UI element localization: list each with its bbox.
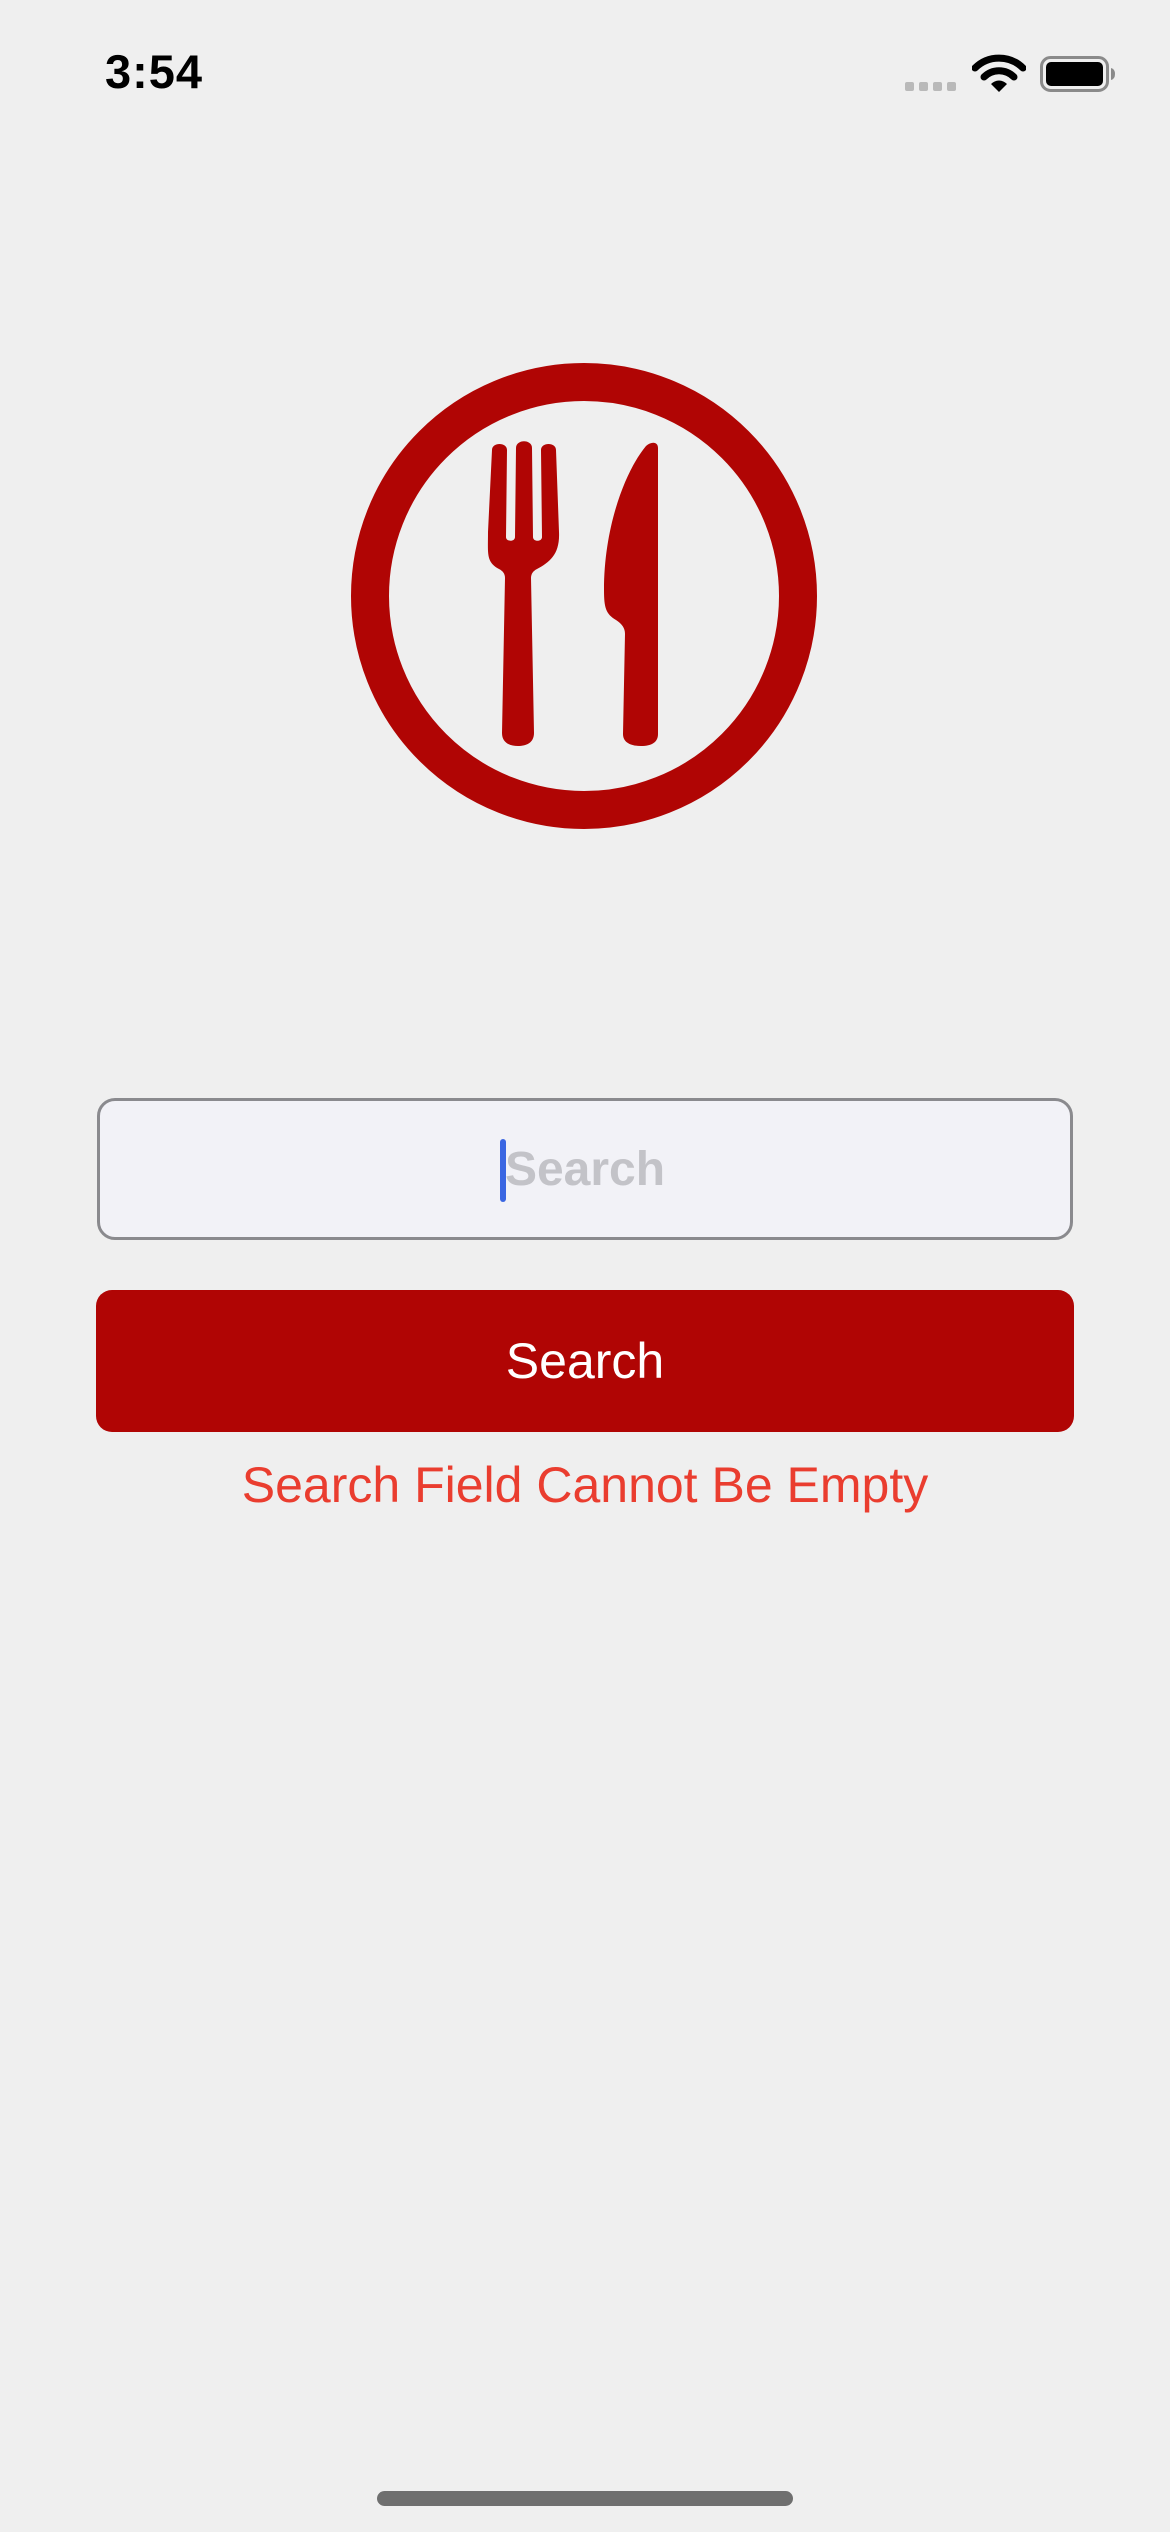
status-bar: 3:54 (0, 0, 1170, 150)
cellular-signal-icon (905, 82, 956, 91)
search-input[interactable] (100, 1101, 1070, 1237)
home-indicator[interactable] (377, 2491, 793, 2506)
search-button-label: Search (505, 1333, 665, 1389)
error-message: Search Field Cannot Be Empty (241, 1457, 929, 1513)
wifi-icon (972, 54, 1026, 92)
search-field[interactable] (97, 1098, 1073, 1240)
text-cursor (500, 1139, 506, 1202)
battery-icon (1040, 56, 1115, 92)
status-time: 3:54 (105, 45, 204, 98)
search-button[interactable]: Search (96, 1290, 1074, 1432)
fork-and-knife-icon (351, 363, 817, 829)
